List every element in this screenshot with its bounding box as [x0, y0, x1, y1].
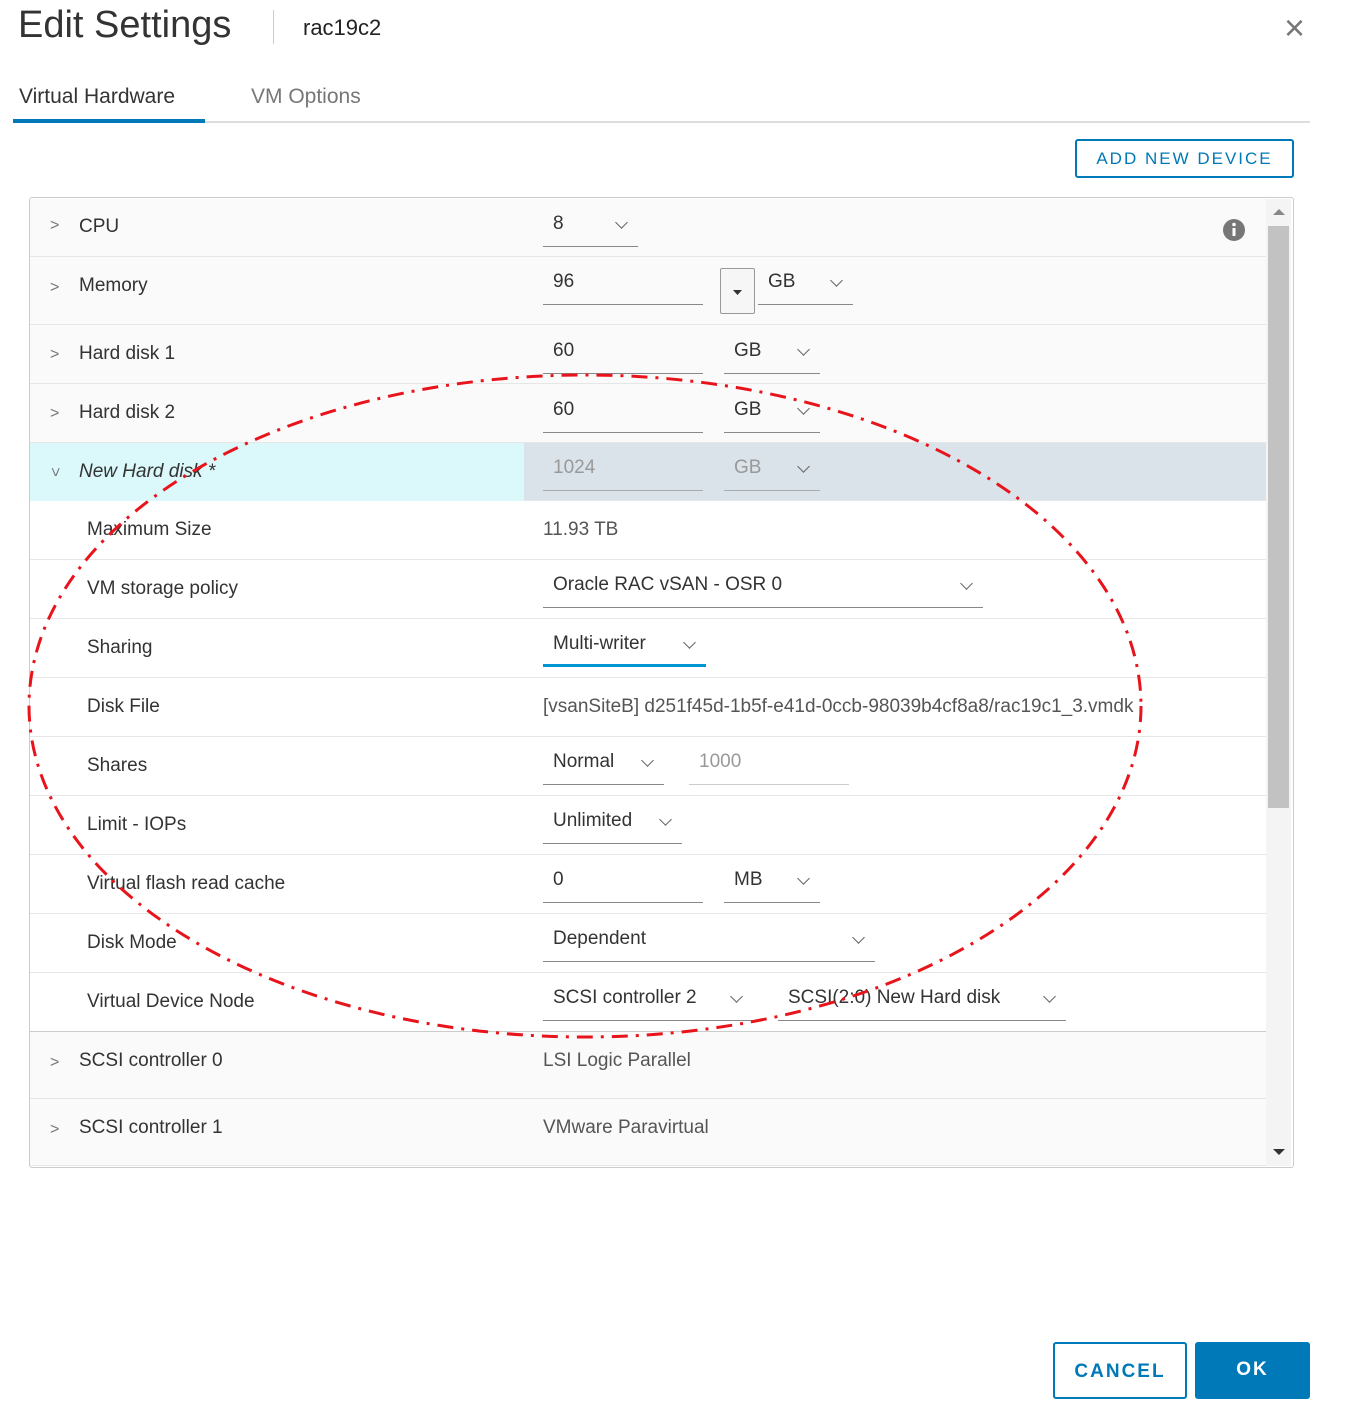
limit-select[interactable]: Unlimited [543, 804, 682, 844]
disk-file-value: [vsanSiteB] d251f45d-1b5f-e41d-0ccb-9803… [543, 696, 1134, 717]
sharing-select[interactable]: Multi-writer [543, 627, 706, 667]
new-hd-unit: GB [734, 457, 762, 478]
flash-unit-select[interactable]: MB [724, 863, 820, 903]
row-cpu: > CPU 8 [30, 199, 1266, 257]
active-tab-indicator [13, 119, 205, 123]
new-hd-label: New Hard disk * [79, 461, 216, 482]
new-hd-size-input[interactable]: 1024 [543, 451, 703, 491]
hd2-unit: GB [734, 399, 762, 420]
new-hd-value: 1024 [553, 457, 596, 478]
tab-virtual-hardware[interactable]: Virtual Hardware [19, 85, 175, 109]
memory-stepper-button[interactable] [720, 268, 755, 314]
row-scsi-controller-1: > SCSI controller 1 VMware Paravirtual [30, 1099, 1266, 1166]
policy-label: VM storage policy [87, 578, 239, 599]
chevron-right-icon[interactable]: > [50, 1054, 59, 1072]
row-shares: Shares Normal 1000 [30, 737, 1266, 796]
cancel-button[interactable]: CANCEL [1053, 1342, 1187, 1399]
limit-value: Unlimited [553, 810, 633, 831]
shares-number: 1000 [699, 751, 742, 772]
scrollbar-thumb[interactable] [1268, 226, 1289, 808]
hd1-unit-select[interactable]: GB [724, 334, 820, 374]
scsi0-value: LSI Logic Parallel [543, 1050, 691, 1071]
tab-vm-options[interactable]: VM Options [251, 85, 361, 109]
caret-down-icon [733, 290, 742, 295]
ok-button[interactable]: OK [1195, 1342, 1310, 1399]
hd2-value: 60 [553, 399, 575, 420]
shares-label: Shares [87, 755, 148, 776]
memory-unit: GB [768, 271, 796, 292]
sharing-label: Sharing [87, 637, 153, 658]
flash-label: Virtual flash read cache [87, 873, 286, 894]
flash-unit: MB [734, 869, 763, 890]
vm-name: rac19c2 [303, 15, 382, 40]
flash-value: 0 [553, 869, 564, 890]
row-hard-disk-1: > Hard disk 1 60 GB [30, 325, 1266, 384]
tab-divider [13, 121, 1310, 123]
device-node-select[interactable]: SCSI(2:0) New Hard disk [778, 981, 1066, 1021]
title-divider [273, 10, 274, 44]
controller-value: SCSI controller 2 [553, 987, 697, 1008]
memory-value: 96 [553, 271, 575, 292]
memory-unit-select[interactable]: GB [758, 265, 853, 305]
hd2-size-input[interactable]: 60 [543, 393, 703, 433]
row-scsi-controller-0: > SCSI controller 0 LSI Logic Parallel [30, 1032, 1266, 1099]
vdn-label: Virtual Device Node [87, 991, 255, 1012]
max-size-value: 11.93 TB [543, 519, 619, 540]
cpu-value: 8 [553, 213, 564, 234]
add-new-device-button[interactable]: ADD NEW DEVICE [1075, 139, 1294, 178]
row-disk-mode: Disk Mode Dependent [30, 914, 1266, 973]
disk-mode-value: Dependent [553, 928, 646, 949]
sharing-value: Multi-writer [553, 633, 646, 654]
chevron-right-icon[interactable]: > [50, 1121, 59, 1139]
disk-mode-label: Disk Mode [87, 932, 177, 953]
limit-label: Limit - IOPs [87, 814, 187, 835]
row-new-hard-disk: > New Hard disk * 1024 GB [30, 443, 1266, 501]
max-size-label: Maximum Size [87, 519, 212, 540]
chevron-right-icon[interactable]: > [50, 279, 59, 297]
row-virtual-device-node: Virtual Device Node SCSI controller 2 SC… [30, 973, 1266, 1032]
storage-policy-select[interactable]: Oracle RAC vSAN - OSR 0 [543, 568, 983, 608]
flash-input[interactable]: 0 [543, 863, 703, 903]
chevron-right-icon[interactable]: > [50, 217, 59, 235]
chevron-down-icon[interactable]: > [46, 467, 64, 476]
scroll-up-icon[interactable] [1272, 207, 1286, 217]
close-icon[interactable]: × [1284, 10, 1305, 46]
shares-value: Normal [553, 751, 615, 772]
hd1-size-input[interactable]: 60 [543, 334, 703, 374]
cpu-select[interactable]: 8 [543, 207, 638, 247]
scsi1-label: SCSI controller 1 [79, 1117, 223, 1138]
hd2-unit-select[interactable]: GB [724, 393, 820, 433]
row-sharing: Sharing Multi-writer [30, 619, 1266, 678]
disk-mode-select[interactable]: Dependent [543, 922, 875, 962]
hd1-label: Hard disk 1 [79, 343, 176, 364]
cpu-label: CPU [79, 216, 120, 237]
new-hd-unit-select[interactable]: GB [724, 451, 820, 491]
hd1-unit: GB [734, 340, 762, 361]
chevron-right-icon[interactable]: > [50, 405, 59, 423]
shares-number-input[interactable]: 1000 [689, 745, 849, 785]
dialog-title: Edit Settings [18, 4, 232, 46]
chevron-right-icon[interactable]: > [50, 346, 59, 364]
row-limit-iops: Limit - IOPs Unlimited [30, 796, 1266, 855]
row-hard-disk-2: > Hard disk 2 60 GB [30, 384, 1266, 443]
row-disk-file: Disk File [vsanSiteB] d251f45d-1b5f-e41d… [30, 678, 1266, 737]
controller-select[interactable]: SCSI controller 2 [543, 981, 753, 1021]
scroll-down-icon[interactable] [1272, 1147, 1286, 1157]
row-vm-storage-policy: VM storage policy Oracle RAC vSAN - OSR … [30, 560, 1266, 619]
scsi1-value: VMware Paravirtual [543, 1117, 709, 1138]
info-icon[interactable] [1222, 218, 1246, 242]
hd2-label: Hard disk 2 [79, 402, 176, 423]
scsi0-label: SCSI controller 0 [79, 1050, 223, 1071]
shares-select[interactable]: Normal [543, 745, 664, 785]
memory-input[interactable]: 96 [543, 265, 703, 305]
memory-label: Memory [79, 275, 148, 296]
disk-file-label: Disk File [87, 696, 160, 717]
row-memory: > Memory 96 GB [30, 257, 1266, 325]
row-flash-read-cache: Virtual flash read cache 0 MB [30, 855, 1266, 914]
row-maximum-size: Maximum Size 11.93 TB [30, 501, 1266, 560]
hd1-value: 60 [553, 340, 575, 361]
policy-value: Oracle RAC vSAN - OSR 0 [553, 574, 783, 595]
node-value: SCSI(2:0) New Hard disk [788, 987, 1001, 1008]
